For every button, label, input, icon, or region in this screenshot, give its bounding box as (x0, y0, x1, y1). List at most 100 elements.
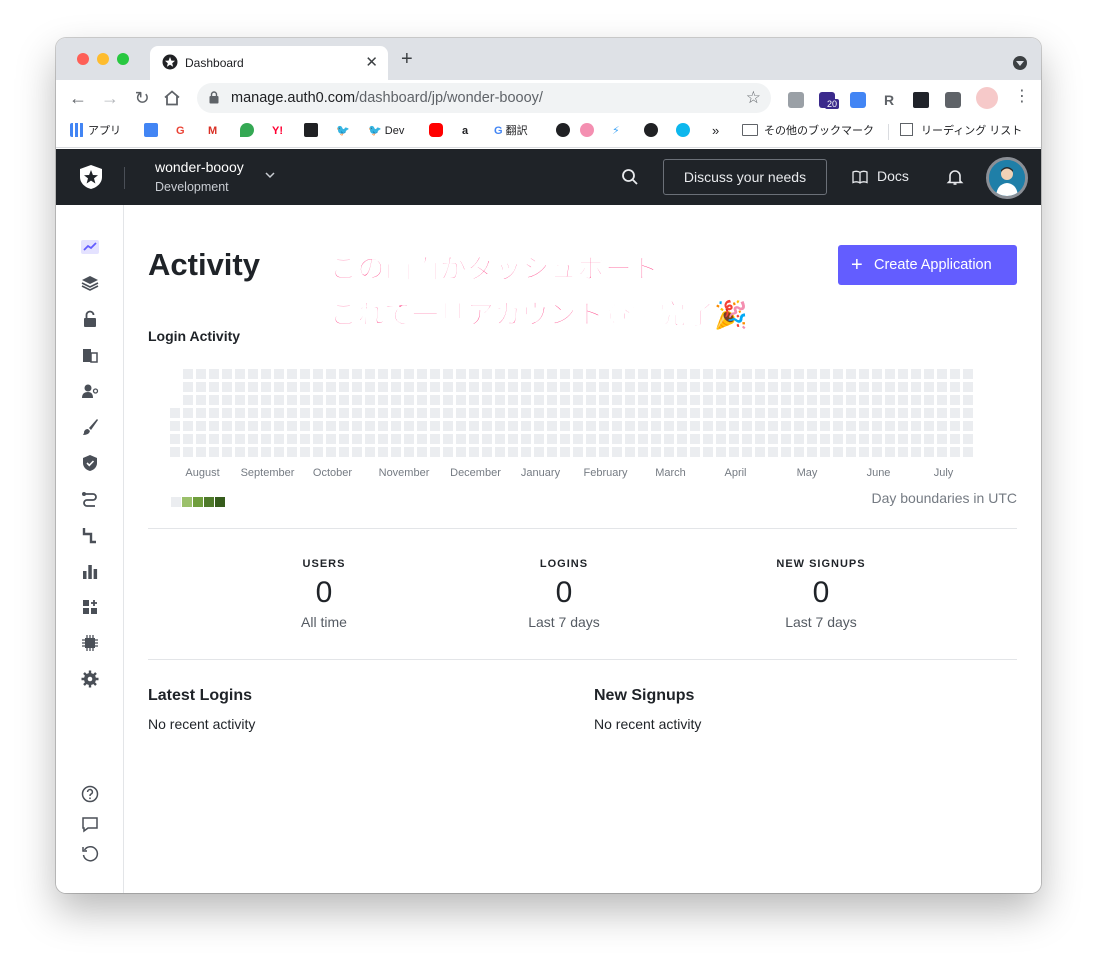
actions-flow-icon[interactable] (80, 489, 100, 509)
activity-chart-icon[interactable] (80, 237, 100, 257)
organizations-building-icon[interactable] (80, 345, 100, 365)
create-application-button[interactable]: + Create Application (838, 245, 1017, 285)
applications-layers-icon[interactable] (80, 273, 100, 293)
docs-link[interactable]: Docs (877, 168, 909, 184)
user-management-icon[interactable] (80, 381, 100, 401)
extensions-chip-icon[interactable] (80, 633, 100, 653)
heatmap-day-cell (417, 369, 427, 379)
zoom-window-button[interactable] (117, 53, 129, 65)
address-bar[interactable]: manage.auth0.com/dashboard/jp/wonder-boo… (197, 83, 771, 113)
heatmap-day-cell (456, 408, 466, 418)
reload-icon[interactable]: ↻ (131, 87, 153, 109)
heatmap-day-cell (651, 395, 661, 405)
history-icon[interactable] (80, 844, 100, 864)
extensions-puzzle-icon[interactable] (945, 92, 961, 108)
bookmark-youtube[interactable] (429, 123, 447, 141)
bookmark-gmail[interactable]: M (208, 123, 217, 141)
bookmark-yahoo[interactable]: Y! (272, 123, 283, 141)
auth0-favicon-icon (162, 54, 178, 70)
profile-avatar[interactable] (976, 87, 998, 109)
close-tab-icon[interactable]: ✕ (365, 53, 378, 71)
settings-gear-icon[interactable] (80, 669, 100, 689)
marketplace-icon[interactable] (80, 597, 100, 617)
camera-extension-icon[interactable] (788, 92, 804, 108)
auth-pipeline-icon[interactable] (80, 525, 100, 545)
bookmark-globe[interactable] (556, 123, 574, 141)
stat-subtitle: All time (301, 614, 347, 630)
bookmark-twitter-dev[interactable]: 🐦 Dev (368, 123, 404, 141)
bookmark-maps[interactable] (240, 123, 258, 141)
stat-value: 0 (315, 576, 333, 609)
bookmark-github[interactable] (644, 123, 662, 141)
heatmap-day-cell (755, 395, 765, 405)
bookmark-other-site[interactable] (304, 123, 322, 141)
bookmark-calendar[interactable] (144, 123, 162, 141)
react-devtools-icon[interactable] (913, 92, 929, 108)
branding-brush-icon[interactable] (80, 417, 100, 437)
feedback-chat-icon[interactable] (80, 814, 100, 834)
heatmap-day-cell (638, 447, 648, 457)
heatmap-day-cell (586, 408, 596, 418)
discuss-needs-button[interactable]: Discuss your needs (663, 159, 827, 195)
minimize-window-button[interactable] (97, 53, 109, 65)
bell-icon[interactable] (946, 168, 964, 186)
tab-search-icon[interactable] (1013, 56, 1027, 70)
back-icon[interactable]: ← (67, 87, 89, 109)
latest-logins-title: Latest Logins (148, 687, 253, 704)
bookmark-amazon[interactable]: a (462, 123, 468, 141)
amazon-icon: a (462, 125, 469, 137)
heatmap-day-cell (482, 447, 492, 457)
heatmap-day-cell (638, 369, 648, 379)
heatmap-day-cell (690, 382, 700, 392)
translate-extension-icon[interactable] (850, 92, 866, 108)
plus-icon: + (851, 254, 863, 276)
other-bookmarks-folder[interactable]: その他のブックマーク (742, 123, 874, 141)
heatmap-day-cell (287, 382, 297, 392)
heatmap-day-cell (391, 382, 401, 392)
bookmark-twitter[interactable]: 🐦 (336, 123, 350, 141)
help-icon[interactable] (80, 784, 100, 804)
heatmap-day-cell (261, 382, 271, 392)
heatmap-day-cell (833, 408, 843, 418)
security-shield-icon[interactable] (80, 453, 100, 473)
search-icon[interactable] (621, 168, 639, 186)
authentication-lock-icon[interactable] (80, 309, 100, 329)
heatmap-day-cell (833, 369, 843, 379)
chevron-down-icon[interactable] (264, 169, 276, 181)
browser-menu-icon[interactable]: ⋮ (1014, 88, 1030, 106)
home-icon[interactable] (163, 89, 181, 107)
reading-list-button[interactable]: リーディング リスト (900, 123, 1022, 141)
monitoring-bars-icon[interactable] (80, 561, 100, 581)
heatmap-day-cell (261, 369, 271, 379)
tenant-name[interactable]: wonder-boooy (155, 159, 244, 175)
bookmark-google[interactable]: G (176, 123, 185, 141)
bookmarks-more-button[interactable]: » (712, 123, 719, 141)
bookmark-translate[interactable]: G 翻訳 (494, 123, 528, 141)
bookmark-flower[interactable] (580, 123, 598, 141)
bookmark-flutter[interactable]: ⚡ (612, 123, 620, 141)
heatmap-day-cell (560, 369, 570, 379)
auth0-logo-icon[interactable] (78, 164, 104, 190)
r-extension-icon[interactable]: R (881, 92, 897, 108)
bookmark-star-icon[interactable]: ☆ (746, 88, 761, 108)
heatmap-day-cell (209, 421, 219, 431)
heatmap-day-cell (677, 447, 687, 457)
heatmap-day-cell (612, 421, 622, 431)
heatmap-day-cell (547, 369, 557, 379)
bookmark-apps[interactable]: アプリ (70, 123, 121, 141)
heatmap-day-cell (339, 369, 349, 379)
close-window-button[interactable] (77, 53, 89, 65)
heatmap-day-cell (924, 421, 934, 431)
heatmap-day-cell (742, 408, 752, 418)
heatmap-day-cell (820, 382, 830, 392)
heatmap-day-cell (638, 408, 648, 418)
user-avatar[interactable] (986, 157, 1028, 199)
bookmark-docker[interactable] (676, 123, 694, 141)
forward-icon[interactable]: → (99, 87, 121, 109)
heatmap-day-cell (365, 382, 375, 392)
heatmap-day-cell (170, 408, 180, 418)
heatmap-day-cell (521, 447, 531, 457)
tab-dashboard[interactable]: Dashboard ✕ (150, 46, 388, 80)
heatmap-day-cell (456, 395, 466, 405)
new-tab-button[interactable]: + (401, 49, 413, 69)
